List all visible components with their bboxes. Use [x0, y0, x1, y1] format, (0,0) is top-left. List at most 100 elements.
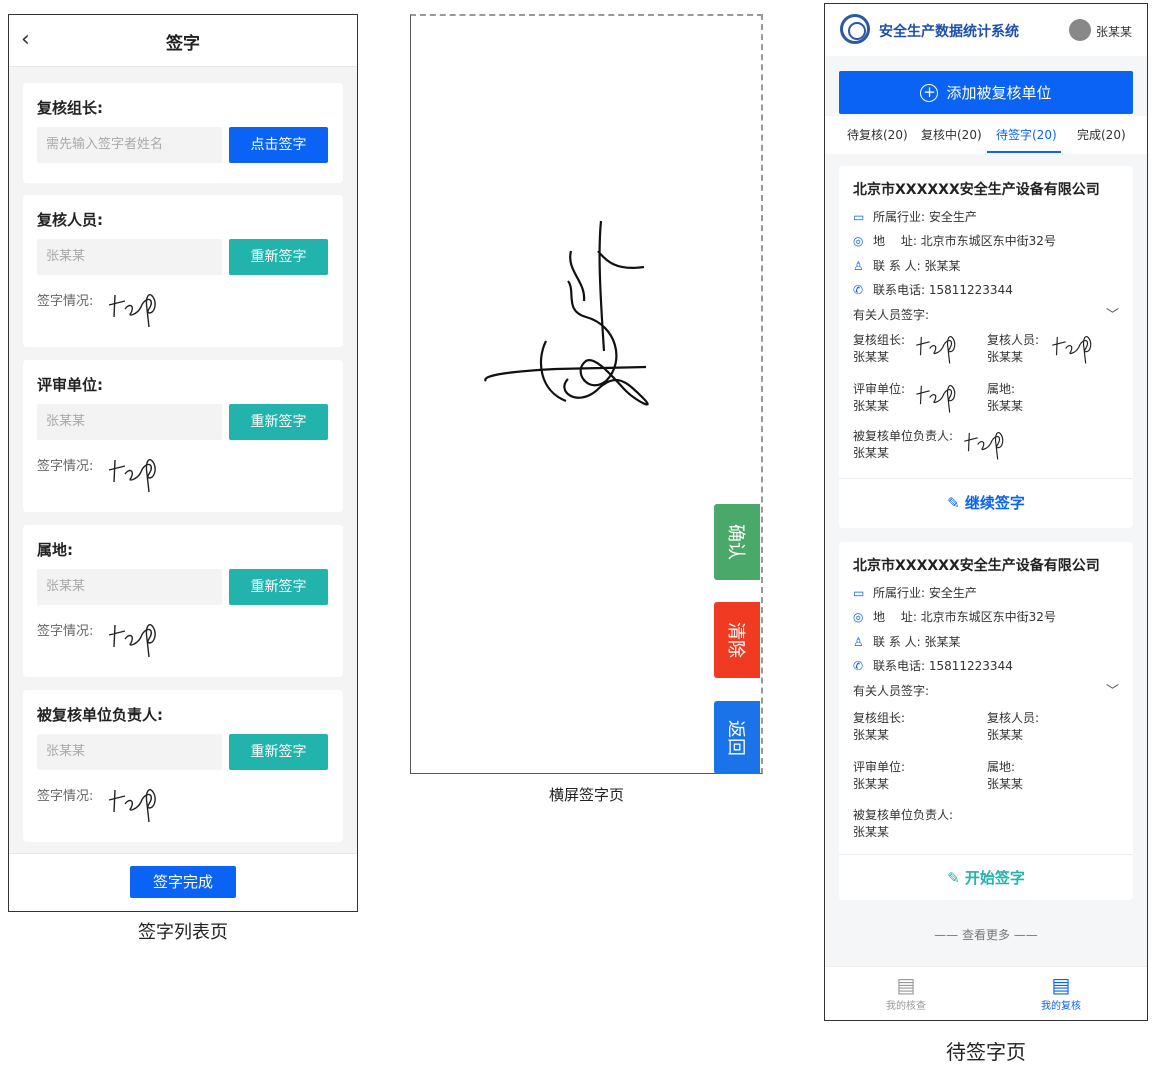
return-button[interactable]: 返回	[714, 701, 760, 774]
signer-name-input[interactable]: 张某某	[37, 404, 222, 440]
landscape-signing-screen: 确认 清除 返回	[410, 14, 763, 774]
app-logo-icon	[840, 14, 870, 44]
user-name: 张某某	[1096, 25, 1133, 39]
signer-name-input[interactable]: 张某某	[37, 569, 222, 605]
nav-my-review[interactable]: ▤ 我的复核	[1026, 973, 1096, 1012]
signer-role: 属地:	[987, 382, 1016, 396]
signer-role-label: 复核人员:	[37, 211, 103, 229]
signer-card-leader: 复核组长: 需先输入签字者姓名 点击签字	[23, 83, 343, 183]
signer-role: 复核人员:	[987, 711, 1040, 725]
signature-canvas[interactable]	[476, 211, 656, 421]
location-pin-icon: ◎	[853, 234, 864, 248]
tab-pending-review[interactable]: 待复核(20)	[847, 126, 908, 143]
page-title: 签字	[166, 34, 200, 54]
clear-button[interactable]: 清除	[714, 602, 760, 678]
signer-role: 属地:	[987, 760, 1016, 774]
app-title: 安全生产数据统计系统	[879, 24, 1019, 40]
signer-name: 张某某	[853, 728, 890, 742]
divider	[839, 854, 1133, 855]
tab-completed[interactable]: 完成(20)	[1077, 126, 1126, 143]
header: ‹ 签字	[9, 15, 357, 67]
clear-label: 清除	[725, 622, 746, 658]
signer-entry: 复核人员: 张某某	[987, 332, 1039, 366]
resign-button[interactable]: 重新签字	[229, 404, 328, 440]
start-signing-button[interactable]: ✎ 开始签字	[839, 867, 1133, 888]
signer-entry: 评审单位: 张某某	[853, 759, 905, 793]
company-name: 北京市XXXXXX安全生产设备有限公司	[853, 182, 1100, 198]
resign-button[interactable]: 重新签字	[229, 239, 328, 275]
phone-row: ✆ 联系电话: 15811223344	[853, 281, 1013, 298]
signature-image	[108, 788, 156, 823]
signer-name-input[interactable]: 需先输入签字者姓名	[37, 127, 222, 163]
briefcase-icon: ▭	[853, 210, 865, 224]
resign-button[interactable]: 重新签字	[229, 734, 328, 770]
signature-list-screen: ‹ 签字 复核组长: 需先输入签字者姓名 点击签字 复核人员: 张某某 重新签字…	[8, 14, 358, 912]
signer-name: 张某某	[987, 777, 1024, 791]
signer-role: 复核人员:	[987, 333, 1040, 347]
person-icon: ♙	[853, 635, 864, 649]
phone-icon: ✆	[853, 659, 864, 673]
add-reviewed-unit-button[interactable]: + 添加被复核单位	[839, 71, 1133, 114]
briefcase-icon: ▭	[853, 586, 865, 600]
resign-button[interactable]: 重新签字	[229, 569, 328, 605]
record-card: 北京市XXXXXX安全生产设备有限公司 ▭ 所属行业: 安全生产 ◎ 地 址: 北京…	[839, 542, 1133, 900]
signature-image	[964, 431, 1004, 460]
signer-entry: 属地: 张某某	[987, 381, 1023, 415]
tab-pending-signature[interactable]: 待签字(20)	[996, 126, 1057, 143]
continue-signing-button[interactable]: ✎ 继续签字	[839, 492, 1133, 513]
signer-role-label: 评审单位:	[37, 376, 103, 394]
avatar[interactable]	[1069, 19, 1091, 41]
footer-bar: 签字完成	[9, 853, 357, 911]
chevron-down-icon[interactable]: ﹀	[1106, 680, 1119, 699]
signer-role-label: 被复核单位负责人:	[37, 706, 163, 724]
caption-signature-list: 签字列表页	[138, 922, 228, 943]
signer-card-reviewer: 复核人员: 张某某 重新签字 签字情况:	[23, 195, 343, 347]
plus-circle-icon: +	[920, 83, 939, 102]
signer-role: 评审单位:	[853, 382, 906, 396]
industry-row: ▭ 所属行业: 安全生产	[853, 584, 977, 601]
signer-name: 张某某	[853, 350, 890, 364]
status-tabs: 待复核(20) 复核中(20) 待签字(20) 完成(20)	[825, 116, 1147, 154]
bottom-nav: ▤ 我的核查 ▤ 我的复核	[825, 966, 1147, 1020]
signature-image	[108, 458, 156, 493]
sign-button[interactable]: 点击签字	[229, 127, 328, 163]
signer-entry: 复核组长: 张某某	[853, 710, 905, 744]
active-tab-indicator	[987, 151, 1061, 153]
signer-card-review-unit: 评审单位: 张某某 重新签字 签字情况:	[23, 360, 343, 512]
view-more-link[interactable]: —— 查看更多 ——	[825, 926, 1147, 943]
sign-edit-icon: ✎	[947, 494, 965, 512]
signer-name-input[interactable]: 张某某	[37, 239, 222, 275]
sign-complete-button[interactable]: 签字完成	[130, 866, 236, 898]
signer-name-input[interactable]: 张某某	[37, 734, 222, 770]
signers-title: 有关人员签字:	[853, 308, 930, 322]
nav-label: 我的核查	[886, 1001, 926, 1012]
signer-role: 被复核单位负责人:	[853, 808, 954, 822]
nav-label: 我的复核	[1041, 1001, 1081, 1012]
chevron-down-icon[interactable]: ﹀	[1106, 304, 1119, 323]
company-name: 北京市XXXXXX安全生产设备有限公司	[853, 558, 1100, 574]
signature-status-label: 签字情况:	[37, 789, 94, 804]
address-text: 地 址: 北京市东城区东中街32号	[873, 610, 1056, 624]
phone-icon: ✆	[853, 283, 864, 297]
signer-entry: 复核组长: 张某某	[853, 332, 905, 366]
record-card: 北京市XXXXXX安全生产设备有限公司 ▭ 所属行业: 安全生产 ◎ 地 址: 北京…	[839, 166, 1133, 528]
address-text: 地 址: 北京市东城区东中街32号	[873, 234, 1056, 248]
signature-image	[108, 623, 156, 658]
signature-image	[1052, 335, 1092, 364]
tab-in-review[interactable]: 复核中(20)	[921, 126, 982, 143]
signer-role: 评审单位:	[853, 760, 906, 774]
signer-name: 张某某	[853, 777, 890, 791]
signers-title: 有关人员签字:	[853, 684, 930, 698]
signature-status-label: 签字情况:	[37, 624, 94, 639]
signature-image	[108, 293, 156, 328]
signer-card-territory: 属地: 张某某 重新签字 签字情况:	[23, 525, 343, 677]
nav-my-inspection[interactable]: ▤ 我的核查	[871, 973, 941, 1012]
signer-name: 张某某	[987, 728, 1024, 742]
signer-role-label: 复核组长:	[37, 99, 103, 117]
signer-role: 被复核单位负责人:	[853, 429, 954, 443]
signer-name: 张某某	[987, 350, 1024, 364]
confirm-button[interactable]: 确认	[714, 504, 760, 580]
caption-pending-signature: 待签字页	[946, 1040, 1026, 1064]
divider	[839, 478, 1133, 479]
address-row: ◎ 地 址: 北京市东城区东中街32号	[853, 232, 1056, 249]
